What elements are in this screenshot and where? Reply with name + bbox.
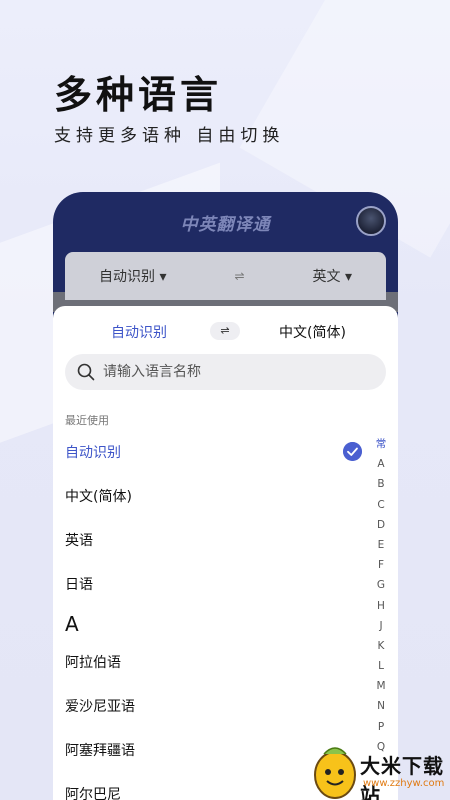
index-letter[interactable]: N [377, 696, 385, 716]
index-letter[interactable]: K [378, 636, 385, 656]
picker-target-tab[interactable]: 中文(简体) [279, 322, 346, 342]
index-letter[interactable]: 常 [376, 434, 387, 454]
picker-source-tab[interactable]: 自动识别 [111, 322, 167, 342]
promo-headline: 多种语言 [54, 73, 223, 117]
index-letter[interactable]: C [377, 495, 384, 515]
source-language-label: 自动识别 [98, 269, 155, 285]
language-item[interactable]: 日语 [65, 574, 93, 594]
index-letter[interactable]: E [378, 535, 385, 555]
app-title: 中英翻译通 [180, 215, 271, 235]
watermark-url: www.zzhyw.com [363, 778, 445, 789]
language-item[interactable]: 爱沙尼亚语 [65, 696, 135, 716]
source-language-button[interactable]: 自动识别 ▾ [99, 266, 166, 286]
index-letter[interactable]: G [377, 575, 385, 595]
index-letter[interactable]: D [377, 515, 385, 535]
target-language-button[interactable]: 英文 ▾ [313, 266, 352, 286]
swap-icon[interactable]: ⇌ [234, 269, 244, 283]
search-bar [65, 354, 386, 390]
language-item[interactable]: 阿尔巴尼 [65, 784, 121, 800]
group-header: A [65, 612, 79, 636]
watermark: 大米下载站 www.zzhyw.com [250, 742, 450, 800]
search-input[interactable] [103, 354, 373, 390]
language-item[interactable]: 阿塞拜疆语 [65, 740, 135, 760]
index-letter[interactable]: A [377, 454, 384, 474]
index-letter[interactable]: J [379, 616, 382, 636]
language-item[interactable]: 英语 [65, 530, 93, 550]
index-letter[interactable]: H [377, 596, 385, 616]
avatar[interactable] [356, 206, 386, 236]
target-language-label: 英文 [312, 269, 341, 285]
chevron-down-icon: ▾ [344, 269, 352, 285]
language-item[interactable]: 阿拉伯语 [65, 652, 121, 672]
alphabet-index[interactable]: 常 A B C D E F G H J K L M N P Q [373, 434, 389, 757]
search-icon [77, 363, 95, 381]
language-picker-sheet: 自动识别 ⇌ 中文(简体) 最近使用 自动识别 中文(简体) 英语 日语 A 阿… [53, 306, 398, 800]
watermark-brand: 大米下载站 [360, 754, 444, 800]
index-letter[interactable]: L [378, 656, 384, 676]
index-letter[interactable]: F [378, 555, 384, 575]
picker-header: 自动识别 ⇌ 中文(简体) [53, 320, 398, 344]
index-letter[interactable]: P [378, 717, 384, 737]
language-bar: 自动识别 ▾ ⇌ 英文 ▾ [65, 252, 386, 300]
index-letter[interactable]: M [376, 676, 385, 696]
language-item[interactable]: 中文(简体) [65, 486, 132, 506]
recent-section-label: 最近使用 [65, 414, 109, 427]
index-letter[interactable]: B [377, 474, 384, 494]
egg-mascot-icon [314, 747, 356, 799]
chevron-down-icon: ▾ [159, 269, 167, 285]
check-icon [343, 442, 362, 461]
language-item[interactable]: 自动识别 [65, 442, 121, 462]
promo-subline: 支持更多语种 自由切换 [54, 126, 285, 146]
swap-button[interactable]: ⇌ [210, 322, 240, 340]
